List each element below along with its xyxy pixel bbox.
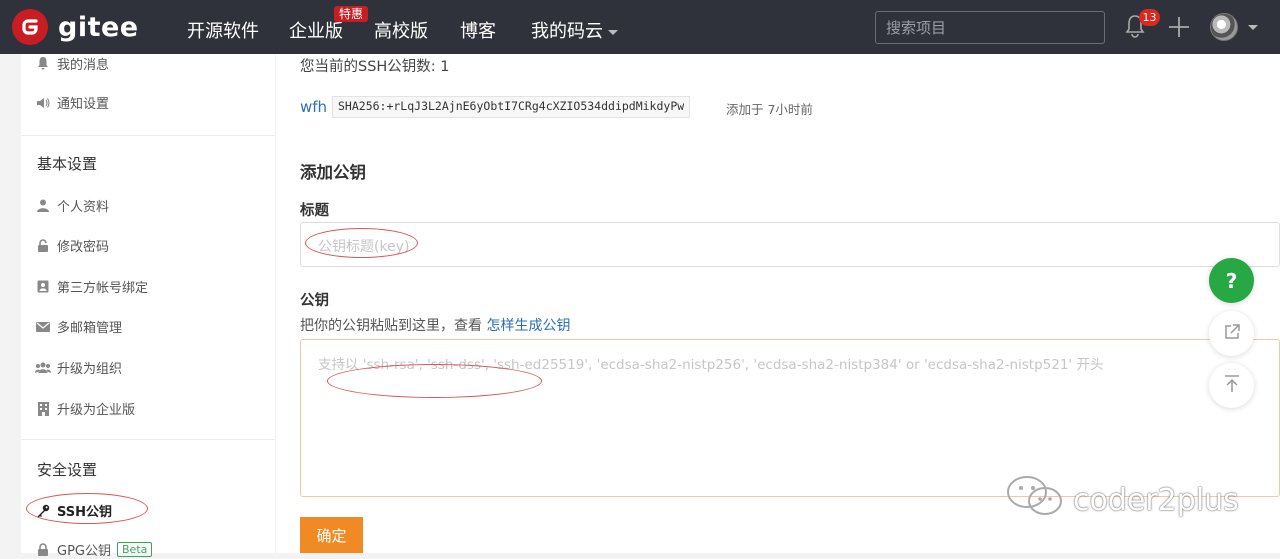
sidebar-item-password[interactable]: 修改密码: [35, 236, 109, 255]
red-annotation-circle: [26, 493, 148, 524]
envelope-icon: [35, 319, 51, 335]
chevron-down-icon: [608, 29, 618, 35]
key-hint: 把你的公钥粘贴到这里，查看 怎样生成公钥: [300, 315, 570, 335]
sidebar-item-label: 多邮箱管理: [57, 321, 123, 336]
id-card-icon: [35, 279, 51, 295]
promo-badge: 特惠: [334, 6, 369, 22]
settings-sidebar: 我的消息 通知设置 基本设置 个人资料 修改密码 第三方帐号绑定 多邮箱管理 升…: [21, 54, 275, 559]
sidebar-item-upgrade-org[interactable]: 升级为组织: [35, 358, 122, 377]
beta-badge: Beta: [117, 542, 153, 557]
watermark: coder2plus: [1005, 474, 1239, 526]
sidebar-item-upgrade-enterprise[interactable]: 升级为企业版: [35, 399, 135, 418]
user-icon: [35, 198, 51, 214]
sidebar-item-label: 升级为组织: [57, 362, 123, 377]
sidebar-item-profile[interactable]: 个人资料: [35, 196, 109, 215]
sidebar-item-messages[interactable]: 我的消息: [35, 54, 109, 73]
notification-count-badge: 13: [1139, 9, 1160, 26]
red-annotation-circle: [305, 228, 418, 258]
nav-open-source[interactable]: 开源软件: [187, 17, 259, 43]
back-to-top-button[interactable]: [1209, 363, 1254, 408]
sidebar-item-notification-settings[interactable]: 通知设置: [35, 93, 109, 112]
nav-education[interactable]: 高校版: [374, 17, 428, 43]
sidebar-item-label: 通知设置: [57, 97, 110, 112]
share-button[interactable]: [1209, 311, 1254, 356]
ssh-key-count: 您当前的SSH公钥数: 1: [300, 59, 450, 75]
speaker-icon: [35, 95, 51, 111]
title-label: 标题: [300, 203, 329, 219]
ssh-key-added-time: 添加于 7小时前: [726, 102, 813, 117]
plus-icon[interactable]: [1168, 16, 1190, 42]
sidebar-item-label: GPG公钥: [57, 544, 111, 559]
add-key-heading: 添加公钥: [300, 163, 366, 182]
users-icon: [35, 360, 51, 376]
basic-settings-heading: 基本设置: [37, 155, 98, 173]
help-button[interactable]: ?: [1209, 258, 1254, 303]
submit-button[interactable]: 确定: [300, 517, 363, 553]
sidebar-item-label: 第三方帐号绑定: [57, 281, 149, 296]
key-label: 公钥: [300, 293, 329, 309]
top-navigation-bar: gitee 开源软件 企业版 特惠 高校版 博客 我的码云 13: [0, 0, 1280, 54]
building-icon: [35, 401, 51, 417]
red-annotation-circle: [327, 364, 542, 398]
ssh-key-fingerprint: SHA256:+rLqJ3L2AjnE6yObtI7CRg4cXZIO534dd…: [332, 96, 691, 118]
search-input[interactable]: [875, 11, 1105, 44]
key-hint-text: 把你的公钥粘贴到这里，查看: [300, 318, 482, 334]
lock-icon: [35, 542, 51, 558]
how-to-generate-key-link[interactable]: 怎样生成公钥: [486, 318, 570, 334]
help-icon: ?: [1225, 268, 1238, 293]
sidebar-item-label: 我的消息: [57, 58, 110, 73]
wechat-icon: [1005, 474, 1065, 526]
chevron-down-icon[interactable]: [1248, 25, 1258, 30]
gitee-logo[interactable]: gitee: [12, 9, 139, 45]
nav-my-gitee-label: 我的码云: [531, 21, 603, 42]
security-settings-heading: 安全设置: [37, 461, 98, 479]
arrow-up-icon: [1224, 374, 1240, 397]
sidebar-item-label: 修改密码: [57, 240, 110, 255]
avatar[interactable]: [1210, 13, 1238, 41]
gitee-logo-icon: [12, 9, 48, 45]
bell-icon: [35, 56, 51, 72]
nav-my-gitee[interactable]: 我的码云: [531, 17, 618, 43]
sidebar-item-label: 升级为企业版: [57, 403, 136, 418]
sidebar-item-label: 个人资料: [57, 200, 110, 215]
key-title-input[interactable]: 公钥标题(key): [300, 222, 1280, 267]
sidebar-item-gpg-keys[interactable]: GPG公钥 Beta: [35, 540, 153, 559]
divider: [21, 439, 275, 440]
sidebar-item-emails[interactable]: 多邮箱管理: [35, 317, 122, 336]
watermark-text: coder2plus: [1073, 482, 1239, 518]
external-link-icon: [1223, 323, 1241, 345]
nav-blog[interactable]: 博客: [460, 17, 496, 43]
gitee-logo-text: gitee: [58, 11, 139, 43]
lock-icon: [35, 238, 51, 254]
ssh-key-title: wfh: [300, 98, 328, 116]
sidebar-item-third-party[interactable]: 第三方帐号绑定: [35, 277, 148, 296]
divider: [21, 135, 275, 136]
